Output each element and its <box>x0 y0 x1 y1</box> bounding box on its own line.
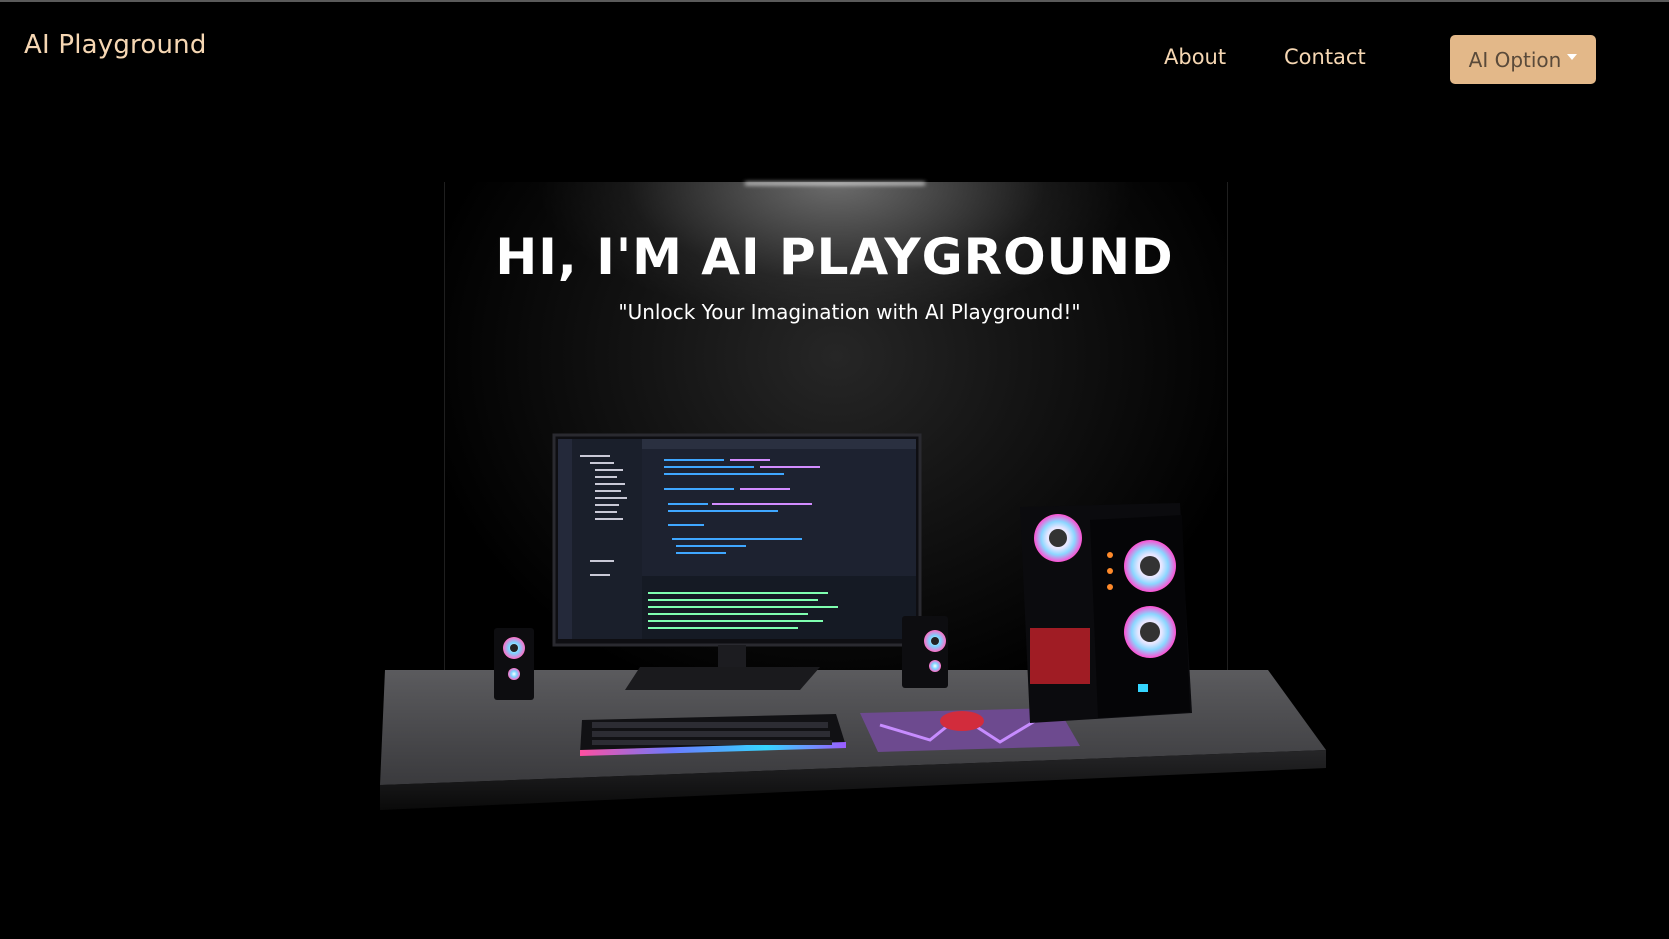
3d-desk-computer-scene[interactable] <box>0 0 1669 939</box>
monitor[interactable] <box>552 433 922 690</box>
left-speaker[interactable] <box>494 628 534 700</box>
pc-tower[interactable] <box>1020 503 1192 723</box>
right-speaker[interactable] <box>902 616 948 688</box>
